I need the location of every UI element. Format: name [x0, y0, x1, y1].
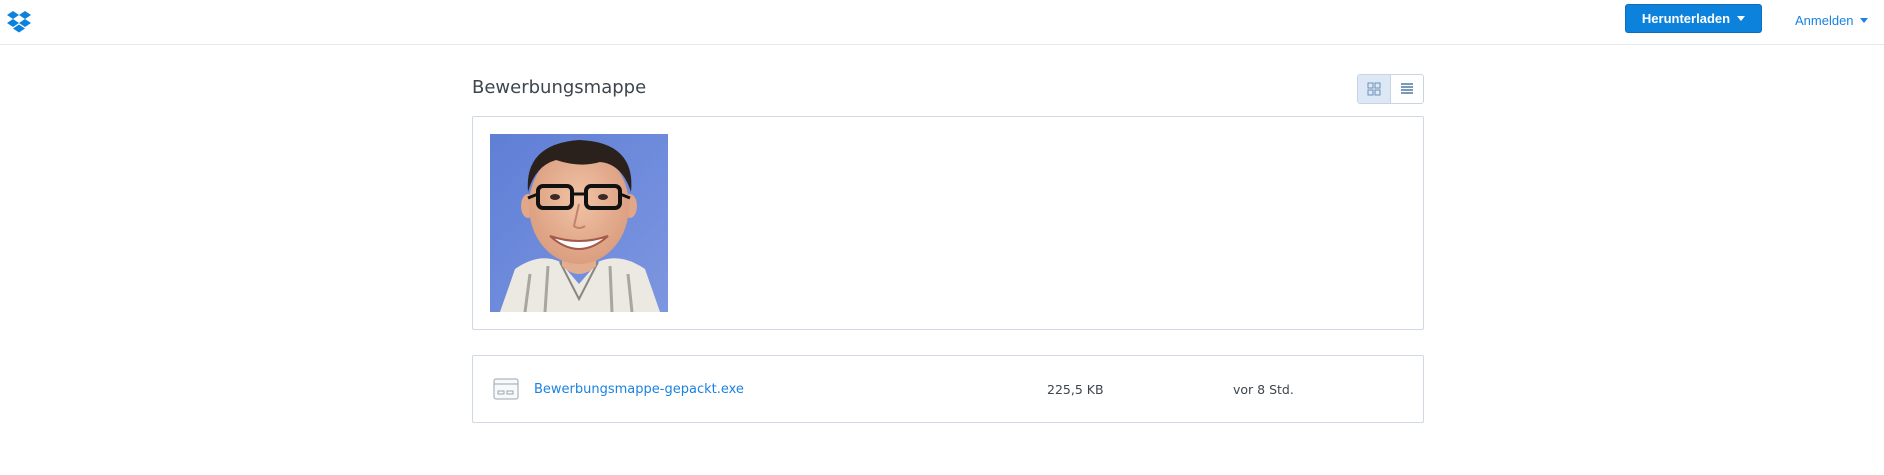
view-toggle: [1357, 74, 1424, 104]
top-bar: Herunterladen Anmelden: [0, 0, 1884, 45]
dropbox-logo-icon[interactable]: [6, 9, 32, 35]
portrait-photo: [490, 134, 668, 312]
grid-view-icon: [1367, 82, 1381, 96]
file-list-row[interactable]: Bewerbungsmappe-gepackt.exe 225,5 KB vor…: [472, 355, 1424, 423]
download-button[interactable]: Herunterladen: [1625, 4, 1762, 33]
grid-view-button[interactable]: [1358, 75, 1391, 103]
file-modified-time: vor 8 Std.: [1233, 382, 1294, 397]
file-name-link[interactable]: Bewerbungsmappe-gepackt.exe: [534, 382, 744, 397]
folder-title: Bewerbungsmappe: [472, 77, 647, 98]
list-view-button[interactable]: [1391, 75, 1423, 103]
chevron-down-icon: [1859, 17, 1868, 23]
file-size: 225,5 KB: [1047, 382, 1104, 397]
chevron-down-icon: [1737, 16, 1746, 21]
portrait-photo-thumbnail[interactable]: [490, 134, 668, 312]
signin-link[interactable]: Anmelden: [1795, 11, 1868, 29]
list-view-icon: [1401, 83, 1413, 94]
download-button-label: Herunterladen: [1641, 11, 1731, 26]
executable-file-icon: [493, 378, 519, 400]
gallery-panel: [472, 116, 1424, 330]
signin-label: Anmelden: [1795, 12, 1854, 28]
